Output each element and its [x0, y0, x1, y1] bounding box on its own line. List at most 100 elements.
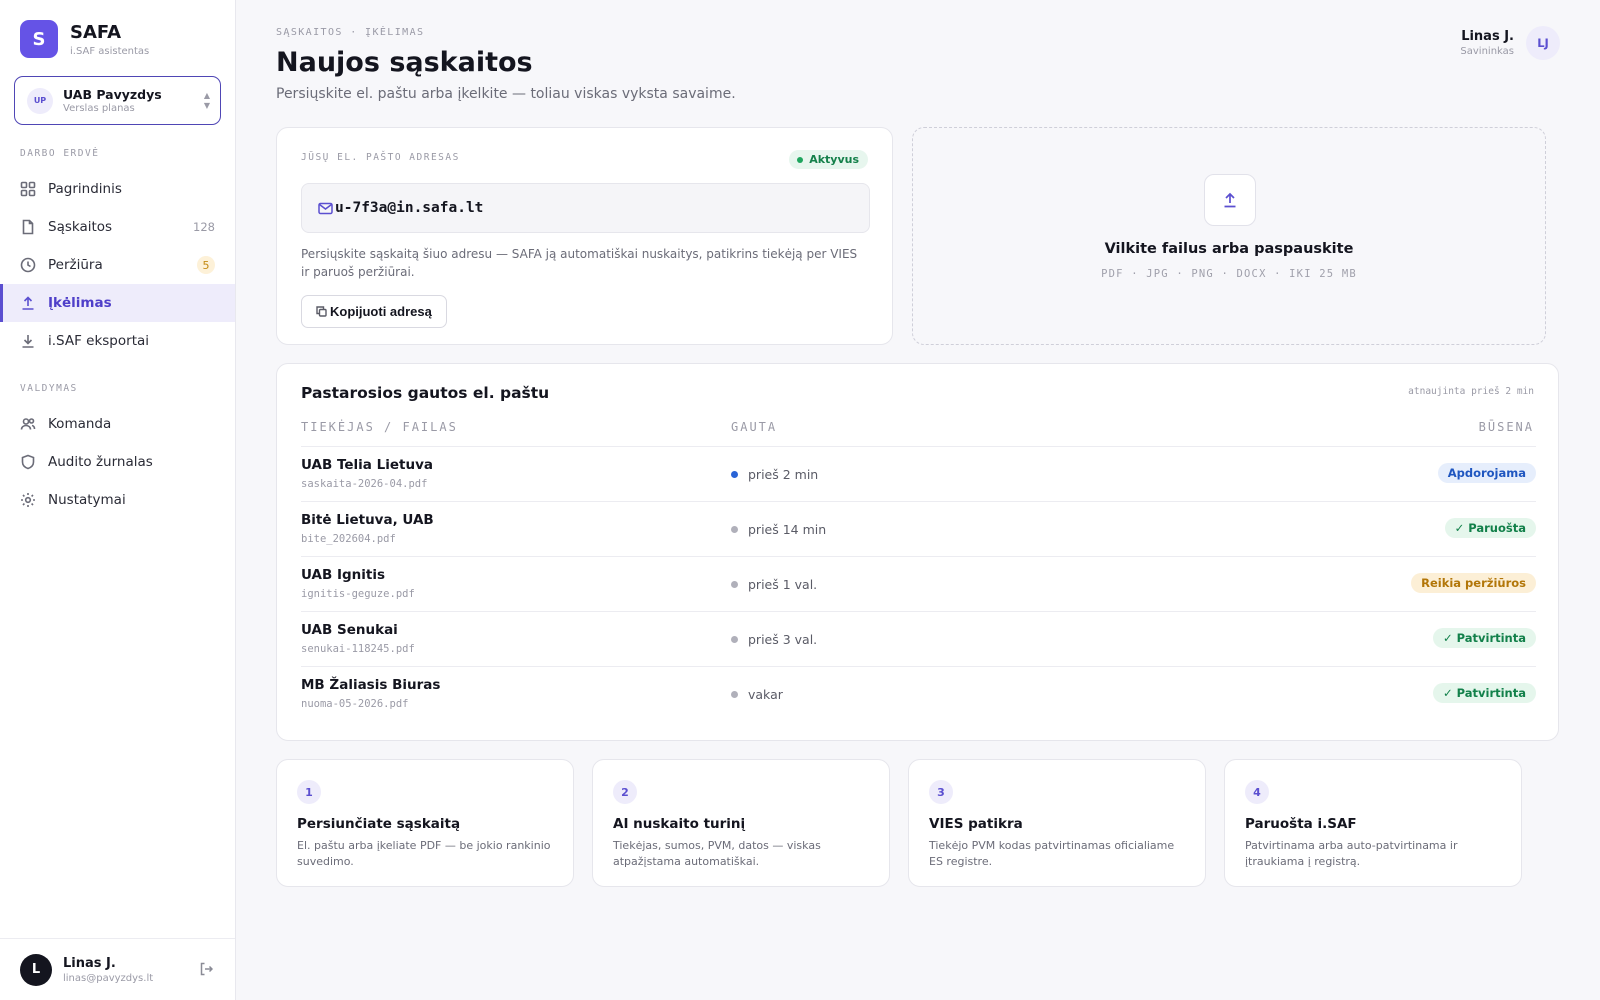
copy-address-button[interactable]: Kopijuoti adresą [301, 295, 447, 328]
row-file: nuoma-05-2026.pdf [301, 698, 409, 710]
step-card: 3 VIES patikra Tiekėjo PVM kodas patvirt… [908, 759, 1206, 887]
email-description: Persiųskite sąskaitą šiuo adresu — SAFA … [301, 247, 858, 279]
sidebar-item-label: Sąskaitos [48, 219, 113, 235]
sidebar-item-invoices[interactable]: Sąskaitos 128 [0, 208, 235, 246]
step-description: Patvirtinama arba auto-patvirtinama ir į… [1245, 839, 1458, 868]
user-footer: L Linas J. linas@pavyzdys.lt [0, 938, 235, 1000]
status-badge: ✓ Paruošta [1444, 518, 1536, 538]
brand[interactable]: S SAFA i.SAF asistentas [20, 20, 149, 58]
upload-icon [22, 296, 34, 310]
sidebar-item-label: i.SAF eksportai [48, 333, 150, 349]
page-subtitle: Persiųskite el. paštu arba įkelkite — to… [276, 86, 736, 102]
email-card-label: JŪSŲ EL. PAŠTO ADRESAS [301, 152, 460, 163]
received-dot [731, 471, 738, 478]
user-avatar: L [20, 953, 52, 986]
mail-icon [318, 202, 333, 214]
step-number: 4 [1245, 780, 1269, 804]
breadcrumb: SĄSKAITOS · ĮKĖLIMAS [276, 27, 425, 38]
sidebar-item-dashboard[interactable]: Pagrindinis [0, 170, 235, 208]
dropzone-formats: PDF · JPG · PNG · DOCX · IKI 25 MB [1101, 268, 1357, 280]
row-file: bite_202604.pdf [301, 533, 396, 545]
step-description: Tiekėjo PVM kodas patvirtinamas oficiali… [929, 839, 1175, 868]
logout-icon [200, 962, 214, 976]
step-number: 3 [929, 780, 953, 804]
row-supplier: UAB Ignitis [301, 567, 386, 583]
top-user-role: Savininkas [1460, 46, 1514, 57]
row-supplier: MB Žaliasis Biuras [301, 677, 441, 693]
status-badge: ✓ Patvirtinta [1432, 628, 1536, 648]
received-dot [731, 581, 738, 588]
file-dropzone[interactable]: Vilkite failus arba paspauskite PDF · JP… [912, 127, 1546, 345]
sidebar: S SAFA i.SAF asistentas UP UAB Pavyzdys … [0, 0, 236, 1000]
status-badge: ✓ Patvirtinta [1432, 683, 1536, 703]
top-user-menu[interactable]: Linas J. Savininkas LJ [1460, 26, 1560, 60]
download-icon [22, 335, 34, 348]
sidebar-item-team[interactable]: Komanda [0, 405, 235, 443]
sidebar-item-audit-log[interactable]: Audito žurnalas [0, 443, 235, 481]
sidebar-item-label: Įkėlimas [48, 295, 112, 311]
row-supplier: UAB Telia Lietuva [301, 457, 433, 473]
step-description: El. paštu arba įkeliate PDF — be jokio r… [297, 839, 551, 868]
row-received: prieš 14 min [731, 502, 826, 557]
email-address-field[interactable]: u-7f3a@in.safa.lt [301, 183, 870, 233]
logout-button[interactable] [199, 961, 215, 977]
row-supplier: Bitė Lietuva, UAB [301, 512, 434, 528]
sidebar-item-label: Peržiūra [48, 257, 103, 273]
status-badge: Apdorojama [1437, 463, 1536, 483]
sidebar-item-label: Audito žurnalas [48, 454, 153, 470]
copy-button-label: Kopijuoti adresą [330, 304, 432, 319]
user-name: Linas J. [63, 955, 116, 971]
received-dot [731, 526, 738, 533]
table-row[interactable]: UAB Telia Lietuva saskaita-2026-04.pdf p… [301, 446, 1536, 501]
sidebar-item-review[interactable]: Peržiūra 5 [0, 246, 235, 284]
upload-icon [1224, 192, 1236, 208]
email-address: u-7f3a@in.safa.lt [335, 200, 484, 216]
sidebar-item-upload[interactable]: Įkėlimas [0, 284, 235, 322]
dropzone-title: Vilkite failus arba paspauskite [1104, 241, 1354, 257]
column-header-received: GAUTA [731, 420, 778, 434]
table-row[interactable]: Bitė Lietuva, UAB bite_202604.pdf prieš … [301, 501, 1536, 556]
invoices-count: 128 [193, 220, 215, 234]
org-name: UAB Pavyzdys [63, 87, 162, 102]
row-file: saskaita-2026-04.pdf [301, 478, 428, 490]
status-text: Aktyvus [809, 153, 859, 166]
upload-icon-box [1204, 174, 1256, 226]
users-icon [20, 418, 36, 430]
sidebar-item-settings[interactable]: Nustatymai [0, 481, 235, 519]
user-email: linas@pavyzdys.lt [63, 972, 154, 984]
recent-updated: atnaujinta prieš 2 min [1408, 386, 1534, 397]
row-supplier: UAB Senukai [301, 622, 398, 638]
email-address-card: JŪSŲ EL. PAŠTO ADRESAS Aktyvus u-7f3a@in… [276, 127, 893, 345]
step-title: AI nuskaito turinį [613, 816, 746, 832]
manage-section-label: VALDYMAS [20, 383, 78, 394]
avatar: LJ [1526, 26, 1560, 60]
step-number: 2 [613, 780, 637, 804]
table-row[interactable]: UAB Senukai senukai-118245.pdf prieš 3 v… [301, 611, 1536, 666]
step-title: VIES patikra [929, 816, 1023, 832]
row-received: prieš 1 val. [731, 557, 817, 612]
step-card: 2 AI nuskaito turinį Tiekėjas, sumos, PV… [592, 759, 890, 887]
status-badge: Aktyvus [789, 150, 868, 169]
top-user-name: Linas J. [1461, 29, 1514, 44]
org-switcher[interactable]: UP UAB Pavyzdys Verslas planas ▲ ▼ [14, 76, 221, 125]
chevron-updown-icon: ▲ ▼ [203, 91, 210, 110]
row-received: prieš 2 min [731, 447, 818, 502]
row-received: vakar [731, 667, 783, 722]
sidebar-item-exports[interactable]: i.SAF eksportai [0, 322, 235, 360]
table-row[interactable]: MB Žaliasis Biuras nuoma-05-2026.pdf vak… [301, 666, 1536, 721]
sidebar-item-label: Pagrindinis [48, 181, 122, 197]
gear-icon [21, 493, 35, 507]
received-dot [731, 691, 738, 698]
brand-logo: S [20, 20, 58, 58]
workspace-section-label: DARBO ERDVĖ [20, 148, 100, 159]
table-row[interactable]: UAB Ignitis ignitis-geguze.pdf prieš 1 v… [301, 556, 1536, 611]
brand-name: SAFA [70, 21, 122, 43]
step-description: Tiekėjas, sumos, PVM, datos — viskas atp… [613, 839, 821, 868]
sidebar-item-label: Komanda [48, 416, 112, 432]
shield-icon [21, 454, 35, 470]
step-card: 1 Persiunčiate sąskaitą El. paštu arba į… [276, 759, 574, 887]
document-icon [22, 219, 34, 235]
copy-icon [316, 306, 327, 317]
org-avatar: UP [27, 87, 53, 114]
review-count-badge: 5 [197, 256, 215, 274]
